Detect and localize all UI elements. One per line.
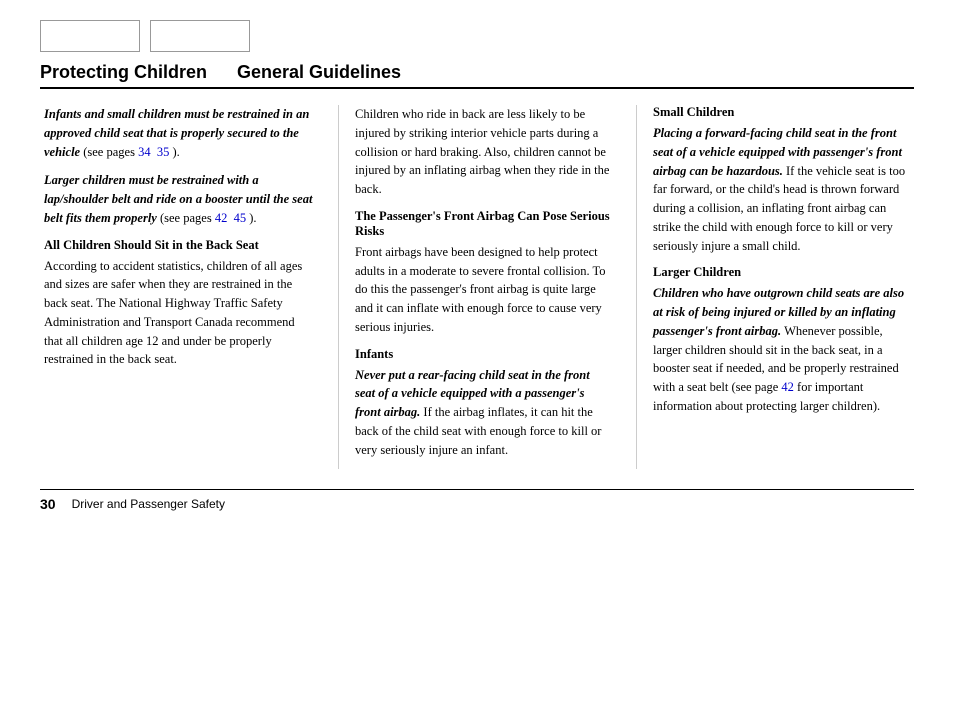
larger-children-paragraph: Children who have outgrown child seats a… <box>653 284 910 415</box>
small-children-heading: Small Children <box>653 105 910 120</box>
column-2: Children who ride in back are less likel… <box>338 105 616 469</box>
infants-warning: Infants and small children must be restr… <box>44 105 314 161</box>
nav-box-1[interactable] <box>40 20 140 52</box>
page-link-42[interactable]: 42 <box>215 211 228 225</box>
page-link-35[interactable]: 35 <box>157 145 170 159</box>
infants-warning-pages: (see pages 34 35 ). <box>83 145 180 159</box>
page-number: 30 <box>40 496 56 512</box>
chapter-subtitle: General Guidelines <box>237 62 401 83</box>
infants-heading: Infants <box>355 347 612 362</box>
nav-box-2[interactable] <box>150 20 250 52</box>
small-children-paragraph: Placing a forward-facing child seat in t… <box>653 124 910 255</box>
larger-children-pages: (see pages 42 45 ). <box>160 211 257 225</box>
top-navigation <box>40 20 914 52</box>
back-seat-paragraph: According to accident statistics, childr… <box>44 257 314 370</box>
page-link-34[interactable]: 34 <box>138 145 151 159</box>
infants-paragraph: Never put a rear-facing child seat in th… <box>355 366 612 460</box>
larger-children-warning: Larger children must be restrained with … <box>44 171 314 227</box>
footer: 30 Driver and Passenger Safety <box>40 489 914 512</box>
airbag-risks-paragraph: Front airbags have been designed to help… <box>355 243 612 337</box>
page-link-45[interactable]: 45 <box>234 211 247 225</box>
content-area: Infants and small children must be restr… <box>40 105 914 469</box>
chapter-title: Protecting Children <box>40 62 207 83</box>
back-seat-heading: All Children Should Sit in the Back Seat <box>44 238 314 253</box>
column-1: Infants and small children must be restr… <box>40 105 318 469</box>
back-children-paragraph: Children who ride in back are less likel… <box>355 105 612 199</box>
chapter-header: Protecting Children General Guidelines <box>40 62 914 89</box>
column-3: Small Children Placing a forward-facing … <box>636 105 914 469</box>
footer-section-title: Driver and Passenger Safety <box>72 497 225 511</box>
airbag-risks-heading: The Passenger's Front Airbag Can Pose Se… <box>355 209 612 239</box>
page-link-42-col3[interactable]: 42 <box>781 380 794 394</box>
larger-children-heading: Larger Children <box>653 265 910 280</box>
